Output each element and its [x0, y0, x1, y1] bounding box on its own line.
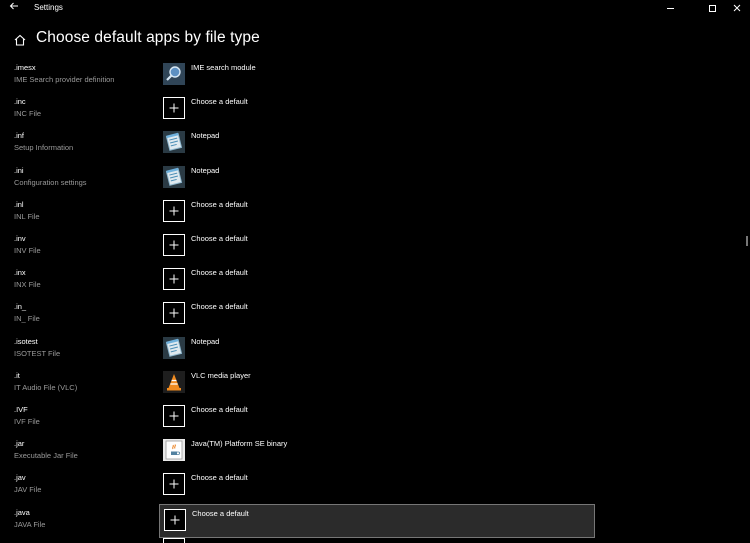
choose-default-app-button[interactable]: Choose a default: [159, 196, 595, 230]
default-app-button[interactable]: VLC media player: [159, 367, 595, 401]
app-name: Choose a default: [191, 234, 248, 243]
notepad-icon: [163, 131, 185, 154]
file-type-description: INV File: [14, 246, 41, 255]
file-type-row: .inv INV File Choose a default: [0, 231, 740, 265]
file-extension: .java: [14, 507, 30, 517]
notepad-icon: [163, 165, 185, 188]
file-type-row: .jav JAV File Choose a default: [0, 470, 740, 504]
app-name: Choose a default: [191, 199, 248, 209]
file-type-description: INC File: [14, 109, 42, 119]
file-extension: .jav: [14, 473, 26, 483]
file-extension: .in_: [14, 302, 27, 312]
file-extension: .jar: [14, 439, 25, 449]
file-type-description: INX File: [14, 280, 41, 290]
choose-default-app-button[interactable]: Choose a default: [159, 264, 595, 298]
file-extension: .ini: [14, 165, 24, 175]
minimize-button[interactable]: [657, 0, 685, 17]
file-extension: .inc: [14, 97, 26, 107]
app-name: Choose a default: [191, 97, 248, 107]
app-name: Notepad: [191, 131, 220, 141]
scrollbar-thumb[interactable]: [746, 236, 748, 246]
notepad-icon: [163, 336, 185, 359]
file-type-description: INL File: [14, 211, 40, 221]
file-type-description: IME Search provider definition: [14, 75, 115, 84]
file-extension: .inf: [14, 131, 25, 141]
file-type-row: .isotest ISOTEST File Notepad: [0, 334, 740, 368]
back-arrow-icon[interactable]: [7, 1, 21, 15]
java-icon: [163, 439, 185, 462]
file-type-description: JAV File: [14, 485, 42, 495]
file-type-row: .IVF IVF File Choose a default: [0, 402, 740, 436]
file-type-description: ISOTEST File: [14, 348, 61, 358]
file-extension: .it: [14, 370, 20, 380]
file-type-row: .it IT Audio File (VLC) VLC media player: [0, 368, 740, 402]
choose-default-app-button[interactable]: Choose a default: [159, 298, 595, 332]
app-name: Choose a default: [191, 473, 248, 483]
app-name: VLC media player: [191, 370, 251, 380]
choose-default-app-button[interactable]: Choose a default: [159, 93, 595, 127]
app-name: Notepad: [191, 336, 220, 346]
partial-next-row: [159, 538, 595, 543]
plus-icon: [163, 97, 185, 120]
file-extension: .IVF: [14, 405, 28, 414]
plus-icon: [163, 268, 185, 291]
home-icon[interactable]: [13, 33, 27, 47]
title-bar: Settings: [0, 0, 750, 17]
app-name: Choose a default: [192, 508, 249, 518]
page-header: Choose default apps by file type: [0, 26, 750, 52]
close-button[interactable]: [727, 0, 750, 17]
file-type-description: JAVA File: [14, 519, 46, 529]
plus-icon: [163, 234, 185, 256]
search-module-icon: [163, 63, 185, 85]
file-type-row: .inl INL File Choose a default: [0, 197, 740, 231]
choose-default-app-button[interactable]: Choose a default: [159, 503, 595, 538]
file-type-row: .inx INX File Choose a default: [0, 265, 740, 299]
plus-icon: [164, 508, 186, 531]
file-type-row: .jar Executable Jar File Java(TM) Platform…: [0, 436, 740, 470]
app-name: Notepad: [191, 165, 220, 175]
app-name: Choose a default: [191, 405, 248, 414]
app-name: IME search module: [191, 63, 256, 72]
default-app-button[interactable]: Java(TM) Platform SE binary: [159, 435, 595, 469]
default-app-button[interactable]: Notepad: [159, 162, 595, 196]
choose-default-app-button[interactable]: Choose a default: [159, 401, 595, 435]
file-type-row: .inf Setup Information Notepad: [0, 128, 740, 162]
plus-icon: [163, 199, 185, 222]
file-extension: .imesx: [14, 63, 36, 72]
vlc-icon: [163, 370, 185, 393]
file-type-description: IVF File: [14, 417, 40, 426]
file-extension: .inx: [14, 268, 26, 278]
plus-icon: [163, 405, 185, 427]
file-extension: .isotest: [14, 336, 38, 346]
app-name: Choose a default: [191, 268, 248, 278]
file-type-description: Setup Information: [14, 143, 74, 153]
app-name: Java(TM) Platform SE binary: [191, 439, 288, 449]
choose-default-app-button[interactable]: Choose a default: [159, 469, 595, 503]
choose-default-app-button[interactable]: Choose a default: [159, 230, 595, 264]
default-app-button[interactable]: IME search module: [159, 59, 595, 93]
file-type-description: IN_ File: [14, 314, 40, 324]
app-name: Choose a default: [191, 302, 248, 312]
maximize-button[interactable]: [699, 0, 727, 17]
file-type-description: Executable Jar File: [14, 451, 78, 461]
window-title: Settings: [34, 3, 63, 12]
file-type-row: .ini Configuration settings Notepad: [0, 163, 740, 197]
file-type-row: .java JAVA File Choose a default: [0, 503, 740, 539]
plus-icon: [163, 302, 185, 325]
file-type-row: .inc INC File Choose a default: [0, 94, 740, 128]
plus-icon: [163, 473, 185, 496]
file-type-description: IT Audio File (VLC): [14, 382, 78, 392]
page-title: Choose default apps by file type: [36, 29, 260, 46]
file-type-row: .imesx IME Search provider definition IME …: [0, 60, 740, 94]
plus-icon: [163, 538, 185, 543]
default-app-button[interactable]: Notepad: [159, 127, 595, 161]
default-app-button[interactable]: Notepad: [159, 333, 595, 367]
file-type-description: Configuration settings: [14, 177, 87, 187]
file-extension: .inl: [14, 199, 24, 209]
file-extension: .inv: [14, 234, 26, 243]
file-type-row: .in_ IN_ File Choose a default: [0, 299, 740, 333]
